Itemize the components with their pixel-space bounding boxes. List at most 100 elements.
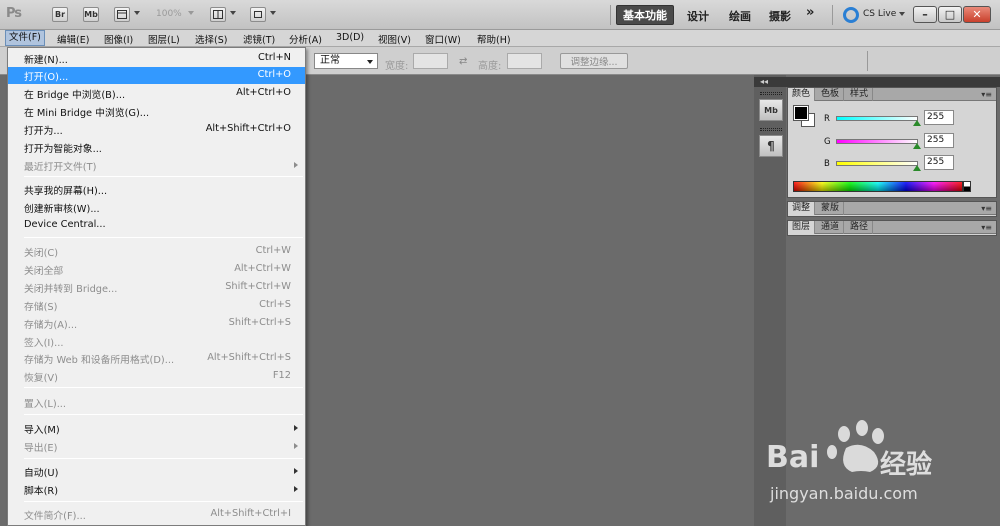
menu-item-browse-mini-bridge[interactable]: 在 Mini Bridge 中浏览(G)...	[8, 103, 305, 120]
menu-separator	[24, 237, 303, 238]
menu-layer[interactable]: 图层(L)	[145, 32, 183, 46]
tab-swatches[interactable]: 色板	[817, 88, 845, 101]
chevron-down-icon[interactable]	[899, 12, 905, 16]
menu-item-new[interactable]: 新建(N)... Ctrl+N	[8, 50, 305, 67]
character-panel-icon[interactable]: ¶	[759, 135, 783, 157]
menu-item-import[interactable]: 导入(M)	[8, 420, 305, 437]
chevron-down-icon[interactable]	[270, 11, 276, 15]
black-white-swatch[interactable]	[963, 181, 971, 192]
cs-live-label[interactable]: CS Live	[863, 9, 896, 19]
panel-menu-icon[interactable]: ▾≡	[981, 204, 992, 213]
slider-label-r: R	[824, 114, 830, 124]
menu-analysis[interactable]: 分析(A)	[286, 32, 325, 46]
maximize-button[interactable]: □	[938, 6, 962, 23]
arrange-documents-button[interactable]	[210, 7, 226, 22]
cs-live-icon[interactable]	[843, 7, 859, 23]
chevron-down-icon[interactable]	[188, 11, 194, 15]
tab-masks[interactable]: 蒙版	[817, 202, 845, 215]
workspace-essentials[interactable]: 基本功能	[616, 5, 674, 25]
menu-item-device-central[interactable]: Device Central...	[8, 217, 305, 234]
tab-adjustments[interactable]: 调整	[788, 202, 816, 215]
menu-item-save-for-web: 存储为 Web 和设备所用格式(D)... Alt+Shift+Ctrl+S	[24, 352, 291, 366]
tab-paths[interactable]: 路径	[846, 221, 874, 234]
divider	[832, 5, 833, 25]
layers-panel: 图层 通道 路径 ▾≡	[787, 220, 997, 236]
menu-item-save: 存储(S) Ctrl+S	[24, 299, 291, 313]
menu-filter[interactable]: 滤镜(T)	[240, 32, 278, 46]
menu-item-open[interactable]: 打开(O)... Ctrl+O	[8, 67, 305, 84]
view-extras-button[interactable]	[114, 7, 130, 22]
menu-item-open-smart-object[interactable]: 打开为智能对象...	[8, 139, 305, 156]
menu-3d[interactable]: 3D(D)	[333, 32, 367, 43]
submenu-arrow-icon	[294, 443, 298, 449]
panel-menu-icon[interactable]: ▾≡	[981, 90, 992, 99]
menu-item-automate[interactable]: 自动(U)	[8, 463, 305, 480]
slider-label-b: B	[824, 159, 830, 169]
minimize-button[interactable]: –	[913, 6, 937, 23]
menu-file[interactable]: 文件(F)	[5, 30, 45, 46]
width-field[interactable]	[413, 53, 448, 69]
menu-item-close-go-bridge: 关闭并转到 Bridge... Shift+Ctrl+W	[24, 281, 291, 295]
panel-dock-header	[754, 77, 1000, 87]
style-select-value: 正常	[320, 55, 340, 66]
menu-item-share-screen[interactable]: 共享我的屏幕(H)...	[8, 181, 305, 198]
blue-slider-thumb[interactable]	[913, 165, 921, 171]
tab-styles[interactable]: 样式	[846, 88, 874, 101]
workspace-design[interactable]: 设计	[687, 8, 709, 24]
height-field[interactable]	[507, 53, 542, 69]
menu-help[interactable]: 帮助(H)	[474, 32, 514, 46]
green-value-field[interactable]: 255	[924, 133, 954, 148]
collapse-icon[interactable]: ◂◂	[760, 77, 768, 87]
menu-view[interactable]: 视图(V)	[375, 32, 414, 46]
red-slider-thumb[interactable]	[913, 120, 921, 126]
menu-image[interactable]: 图像(I)	[101, 32, 136, 46]
red-value-field[interactable]: 255	[924, 110, 954, 125]
menu-select[interactable]: 选择(S)	[192, 32, 230, 46]
mini-bridge-panel-icon[interactable]: Mb	[759, 99, 783, 121]
menu-item-open-as[interactable]: 打开为... Alt+Shift+Ctrl+O	[8, 121, 305, 138]
style-select[interactable]: 正常	[314, 53, 378, 69]
color-spectrum-ramp[interactable]	[793, 181, 963, 192]
menu-item-place: 置入(L)...	[24, 399, 67, 410]
swap-icon[interactable]: ⇄	[459, 56, 467, 67]
menu-item-check-in: 签入(I)...	[24, 338, 64, 349]
watermark-brand-cn: 经验	[880, 450, 933, 480]
workspace-photography[interactable]: 摄影	[769, 8, 791, 24]
green-slider-thumb[interactable]	[913, 143, 921, 149]
screen-mode-icon	[254, 11, 262, 18]
foreground-color-swatch[interactable]	[793, 105, 809, 121]
zoom-level[interactable]: 100%	[156, 9, 182, 19]
menu-item-browse-bridge[interactable]: 在 Bridge 中浏览(B)... Alt+Ctrl+O	[8, 85, 305, 102]
close-button[interactable]: ✕	[963, 6, 991, 23]
menu-separator	[24, 414, 303, 415]
menu-item-new-review[interactable]: 创建新审核(W)...	[8, 199, 305, 216]
chevron-down-icon[interactable]	[134, 11, 140, 15]
grip-handle[interactable]	[760, 92, 782, 95]
submenu-arrow-icon	[294, 425, 298, 431]
grip-handle[interactable]	[760, 128, 782, 131]
tab-channels[interactable]: 通道	[817, 221, 845, 234]
application-bar: Ps Br Mb 100% 基本功能 设计 绘画 摄影 » CS Live – …	[0, 0, 1000, 30]
file-menu-dropdown: 新建(N)... Ctrl+N 打开(O)... Ctrl+O 在 Bridge 中…	[7, 47, 306, 526]
menu-item-file-info: 文件简介(F)... Alt+Shift+Ctrl+I	[24, 508, 291, 522]
green-slider[interactable]	[836, 139, 918, 144]
panel-menu-icon[interactable]: ▾≡	[981, 223, 992, 232]
workspace-painting[interactable]: 绘画	[729, 8, 751, 24]
submenu-arrow-icon	[294, 486, 298, 492]
menu-item-scripts[interactable]: 脚本(R)	[8, 481, 305, 498]
menu-window[interactable]: 窗口(W)	[422, 32, 464, 46]
red-slider[interactable]	[836, 116, 918, 121]
blue-slider[interactable]	[836, 161, 918, 166]
mini-bridge-button[interactable]: Mb	[83, 7, 99, 22]
more-workspaces-icon[interactable]: »	[806, 5, 814, 20]
menu-bar: 文件(F) 编辑(E) 图像(I) 图层(L) 选择(S) 滤镜(T) 分析(A…	[0, 30, 1000, 47]
chevron-down-icon[interactable]	[230, 11, 236, 15]
tab-layers[interactable]: 图层	[788, 221, 816, 234]
screen-mode-button[interactable]	[250, 7, 266, 22]
menu-edit[interactable]: 编辑(E)	[54, 32, 92, 46]
refine-edge-button[interactable]: 调整边缘...	[560, 53, 628, 69]
tab-color[interactable]: 颜色	[788, 88, 816, 101]
blue-value-field[interactable]: 255	[924, 155, 954, 170]
menu-separator	[24, 501, 303, 502]
bridge-button[interactable]: Br	[52, 7, 68, 22]
